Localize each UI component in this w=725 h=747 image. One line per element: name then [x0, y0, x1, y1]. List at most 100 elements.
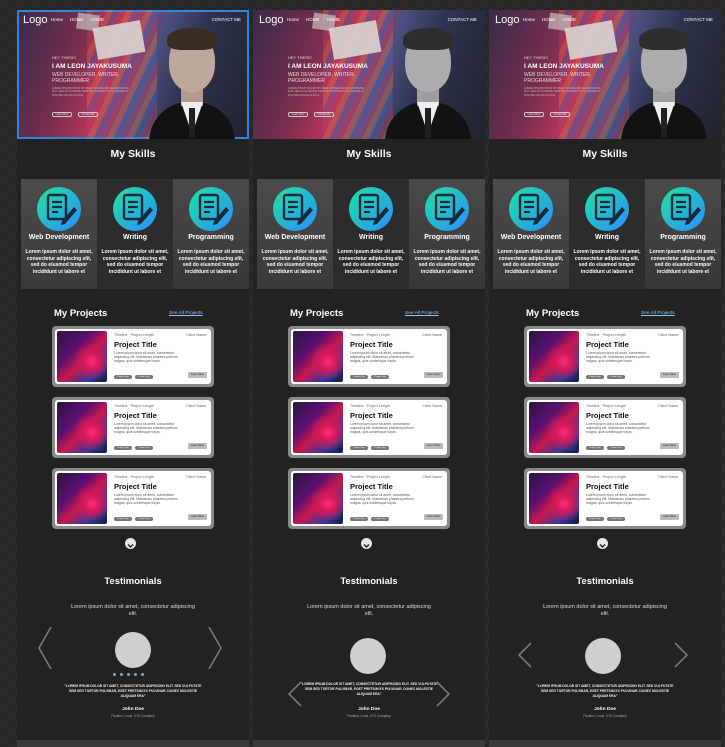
hero-contact-button[interactable]: Contact Me	[78, 112, 98, 117]
hero-subtitle: WEB DEVELOPER, WRITER, PROGRAMMER	[52, 72, 120, 84]
learn-more-button[interactable]: Learn More	[660, 443, 679, 449]
hero-portrait	[145, 24, 237, 139]
skill-card-programming[interactable]: Programming Lorem ipsum dolor sit amet, …	[645, 179, 721, 289]
learn-more-button[interactable]: Learn More	[188, 443, 207, 449]
chevron-left-icon[interactable]	[287, 681, 303, 712]
project-card[interactable]: Timeline · Project Length Client Name Pr…	[52, 468, 214, 529]
skill-card-web-development[interactable]: Web Development Lorem ipsum dolor sit am…	[493, 179, 569, 289]
nav-link-home-2[interactable]: HOME	[70, 17, 84, 22]
skill-card-web-development[interactable]: Web Development Lorem ipsum dolor sit am…	[257, 179, 333, 289]
skill-card-programming[interactable]: Programming Lorem ipsum dolor sit amet, …	[409, 179, 485, 289]
skill-body: Lorem ipsum dolor sit amet, consectetur …	[25, 249, 93, 275]
testimonial-avatar	[350, 638, 386, 674]
project-description: Lorem ipsum dolor sit amet, consectetur …	[114, 351, 178, 364]
chevron-down-icon[interactable]	[597, 538, 608, 549]
chevron-down-icon[interactable]	[125, 538, 136, 549]
see-all-projects-link[interactable]: See All Projects	[405, 311, 439, 316]
project-tag: Project Tag	[114, 375, 132, 379]
project-tag: Project Tag	[586, 446, 604, 450]
logo[interactable]: Logo	[495, 14, 519, 26]
artboard-frame-2[interactable]: Logo Home HOME HOME CONTACT ME HEY THERE…	[253, 10, 485, 747]
project-card[interactable]: Timeline · Project Length Client Name Pr…	[288, 326, 450, 387]
see-all-projects-link[interactable]: See All Projects	[169, 311, 203, 316]
hero-body: LOREM IPSUM DOLOR SIT AMET, CONSECTETUR …	[288, 87, 366, 97]
hero-learn-more-button[interactable]: Learn More	[524, 112, 544, 117]
skill-card-writing[interactable]: Writing Lorem ipsum dolor sit amet, cons…	[569, 179, 645, 289]
nav-links: Home HOME HOME	[287, 17, 340, 22]
project-card[interactable]: Timeline · Project Length Client Name Pr…	[288, 468, 450, 529]
project-client: Client Name	[186, 475, 206, 479]
logo[interactable]: Logo	[259, 14, 283, 26]
skill-card-writing[interactable]: Writing Lorem ipsum dolor sit amet, cons…	[333, 179, 409, 289]
hero-learn-more-button[interactable]: Learn More	[288, 112, 308, 117]
nav-link-home[interactable]: Home	[51, 17, 63, 22]
testimonials-subtitle: Lorem ipsum dolor sit amet, consectetur …	[307, 604, 431, 617]
nav-link-home-2[interactable]: HOME	[306, 17, 320, 22]
project-description: Lorem ipsum dolor sit amet, consectetur …	[350, 351, 414, 364]
project-card[interactable]: Timeline · Project Length Client Name Pr…	[524, 326, 686, 387]
project-tags: Project Tag Project Tag	[350, 446, 389, 450]
project-client: Client Name	[186, 333, 206, 337]
skill-title: Web Development	[500, 234, 562, 241]
skill-card-programming[interactable]: Programming Lorem ipsum dolor sit amet, …	[173, 179, 249, 289]
skill-title: Web Development	[28, 234, 90, 241]
project-tags: Project Tag Project Tag	[114, 446, 153, 450]
learn-more-button[interactable]: Learn More	[424, 443, 443, 449]
skill-card-web-development[interactable]: Web Development Lorem ipsum dolor sit am…	[21, 179, 97, 289]
project-card[interactable]: Timeline · Project Length Client Name Pr…	[288, 397, 450, 458]
project-tag: Project Tag	[371, 517, 389, 521]
nav-link-home-2[interactable]: HOME	[542, 17, 556, 22]
project-thumbnail	[57, 473, 107, 524]
project-card[interactable]: Timeline · Project Length Client Name Pr…	[52, 397, 214, 458]
artboard-frame-3[interactable]: Logo Home HOME HOME CONTACT ME HEY THERE…	[489, 10, 721, 747]
project-description: Lorem ipsum dolor sit amet, consectetur …	[586, 351, 650, 364]
project-title: Project Title	[586, 482, 629, 491]
hero-contact-button[interactable]: Contact Me	[314, 112, 334, 117]
hero-contact-button[interactable]: Contact Me	[550, 112, 570, 117]
chevron-right-icon[interactable]	[207, 626, 223, 675]
project-meta: Timeline · Project Length	[586, 475, 626, 479]
hero-learn-more-button[interactable]: Learn More	[52, 112, 72, 117]
learn-more-button[interactable]: Learn More	[188, 514, 207, 520]
hero-section[interactable]: Logo Home HOME HOME CONTACT ME HEY THERE…	[17, 10, 249, 139]
project-client: Client Name	[658, 333, 678, 337]
nav-link-home-3[interactable]: HOME	[327, 17, 341, 22]
carousel-dots[interactable]	[113, 673, 144, 676]
chevron-right-icon[interactable]	[435, 681, 451, 712]
nav-links: Home HOME HOME	[51, 17, 104, 22]
logo[interactable]: Logo	[23, 14, 47, 26]
artboard-frame-1[interactable]: Logo Home HOME HOME CONTACT ME HEY THERE…	[17, 10, 249, 747]
hero-buttons: Learn More Contact Me	[52, 112, 98, 117]
hero-section[interactable]: Logo Home HOME HOME CONTACT ME HEY THERE…	[253, 10, 485, 139]
nav-contact-link[interactable]: CONTACT ME	[684, 17, 713, 22]
skills-heading: My Skills	[346, 148, 392, 160]
skill-card-writing[interactable]: Writing Lorem ipsum dolor sit amet, cons…	[97, 179, 173, 289]
nav-contact-link[interactable]: CONTACT ME	[448, 17, 477, 22]
project-client: Client Name	[658, 404, 678, 408]
nav-link-home[interactable]: Home	[523, 17, 535, 22]
chevron-left-icon[interactable]	[37, 626, 53, 675]
project-card[interactable]: Timeline · Project Length Client Name Pr…	[52, 326, 214, 387]
project-tags: Project Tag Project Tag	[114, 517, 153, 521]
project-meta: Timeline · Project Length	[350, 475, 390, 479]
chevron-down-icon[interactable]	[361, 538, 372, 549]
learn-more-button[interactable]: Learn More	[188, 372, 207, 378]
nav-link-home[interactable]: Home	[287, 17, 299, 22]
project-tag: Project Tag	[371, 446, 389, 450]
skill-body: Lorem ipsum dolor sit amet, consectetur …	[497, 249, 565, 275]
learn-more-button[interactable]: Learn More	[424, 372, 443, 378]
nav-contact-link[interactable]: CONTACT ME	[212, 17, 241, 22]
project-tag: Project Tag	[371, 375, 389, 379]
learn-more-button[interactable]: Learn More	[424, 514, 443, 520]
hero-section[interactable]: Logo Home HOME HOME CONTACT ME HEY THERE…	[489, 10, 721, 139]
learn-more-button[interactable]: Learn More	[660, 514, 679, 520]
chevron-left-icon[interactable]	[517, 642, 533, 673]
see-all-projects-link[interactable]: See All Projects	[641, 311, 675, 316]
project-card[interactable]: Timeline · Project Length Client Name Pr…	[524, 397, 686, 458]
nav-link-home-3[interactable]: HOME	[91, 17, 105, 22]
chevron-right-icon[interactable]	[673, 642, 689, 673]
nav-link-home-3[interactable]: HOME	[563, 17, 577, 22]
project-tag: Project Tag	[135, 446, 153, 450]
project-card[interactable]: Timeline · Project Length Client Name Pr…	[524, 468, 686, 529]
learn-more-button[interactable]: Learn More	[660, 372, 679, 378]
